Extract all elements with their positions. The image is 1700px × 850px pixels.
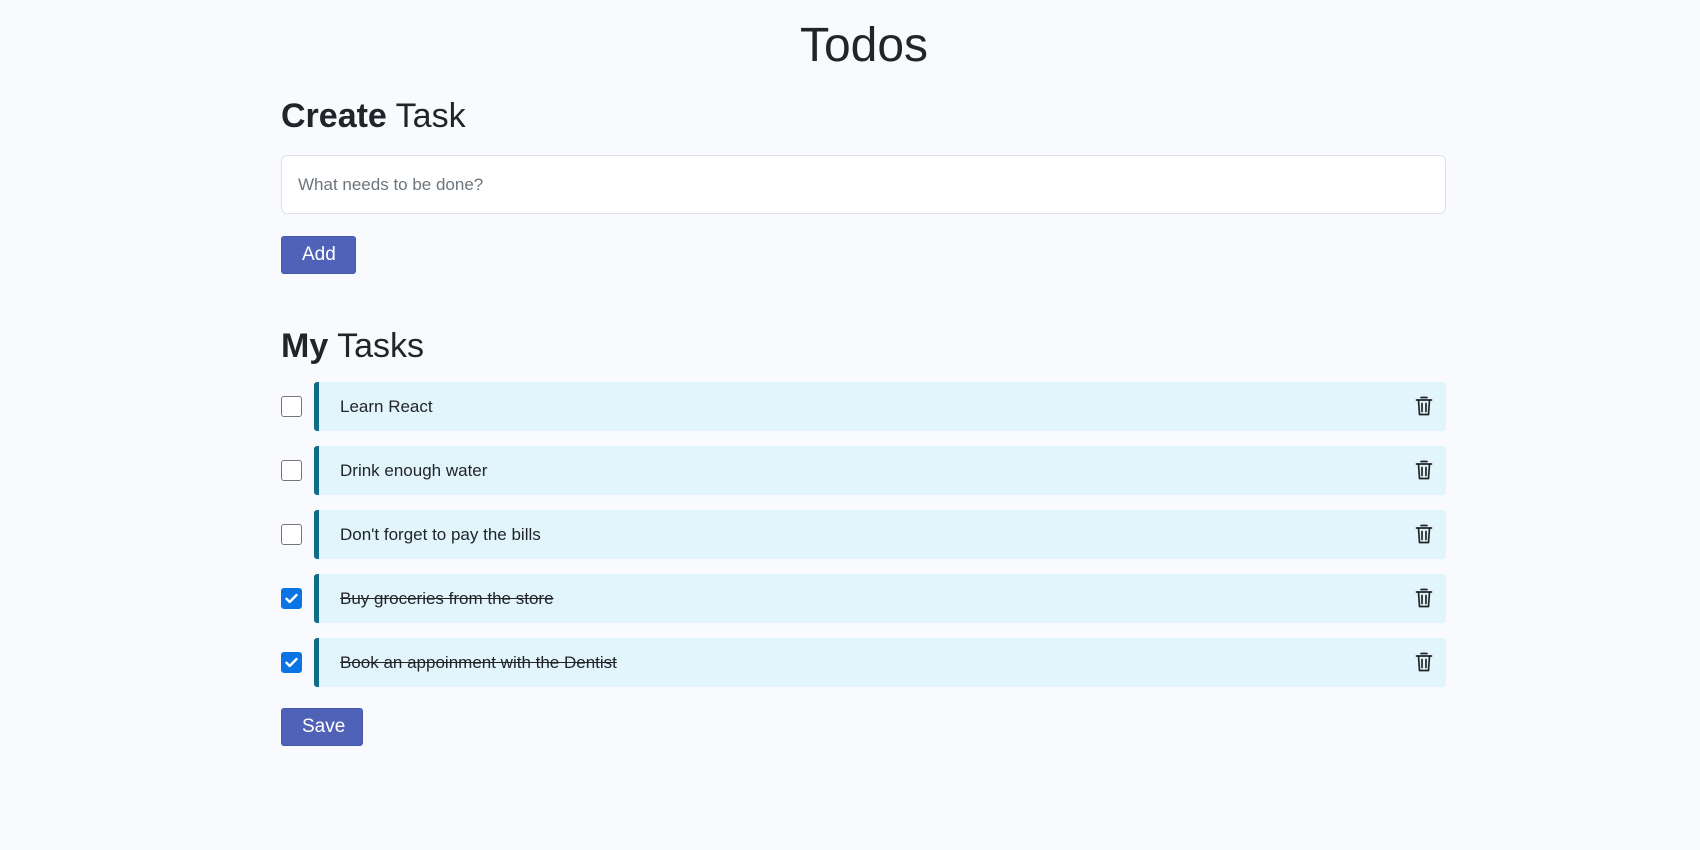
task-text: Learn React — [340, 397, 433, 416]
task-checkbox[interactable] — [281, 396, 302, 417]
task-text: Book an appoinment with the Dentist — [340, 653, 617, 672]
task-text: Don't forget to pay the bills — [340, 525, 541, 544]
task-card: Drink enough water — [314, 446, 1446, 495]
trash-icon[interactable] — [1415, 652, 1433, 672]
task-list: Learn React Drink enough water Don't for… — [281, 382, 1446, 702]
task-text: Drink enough water — [340, 461, 488, 480]
task-item: Buy groceries from the store — [281, 574, 1446, 623]
task-card: Learn React — [314, 382, 1446, 431]
checkmark-icon — [285, 657, 298, 668]
tasks-heading-rest: Tasks — [328, 327, 424, 365]
trash-icon[interactable] — [1415, 460, 1433, 480]
new-task-input[interactable] — [281, 155, 1446, 214]
task-item: Book an appoinment with the Dentist — [281, 638, 1446, 687]
add-task-button[interactable]: Add — [281, 236, 356, 274]
task-checkbox[interactable] — [281, 652, 302, 673]
task-item: Don't forget to pay the bills — [281, 510, 1446, 559]
task-text: Buy groceries from the store — [340, 589, 554, 608]
tasks-heading-bold: My — [281, 327, 329, 365]
create-heading-rest: Task — [386, 97, 466, 135]
task-card: Buy groceries from the store — [314, 574, 1446, 623]
checkmark-icon — [285, 593, 298, 604]
task-checkbox[interactable] — [281, 524, 302, 545]
create-heading-bold: Create — [281, 97, 387, 135]
task-item: Drink enough water — [281, 446, 1446, 495]
task-card: Book an appoinment with the Dentist — [314, 638, 1446, 687]
my-tasks-heading: My Tasks — [281, 326, 424, 366]
task-card: Don't forget to pay the bills — [314, 510, 1446, 559]
trash-icon[interactable] — [1415, 396, 1433, 416]
task-item: Learn React — [281, 382, 1446, 431]
trash-icon[interactable] — [1415, 524, 1433, 544]
task-checkbox[interactable] — [281, 460, 302, 481]
trash-icon[interactable] — [1415, 588, 1433, 608]
page-title: Todos — [799, 19, 929, 72]
save-button[interactable]: Save — [281, 708, 363, 746]
create-task-heading: Create Task — [281, 96, 466, 136]
task-checkbox[interactable] — [281, 588, 302, 609]
